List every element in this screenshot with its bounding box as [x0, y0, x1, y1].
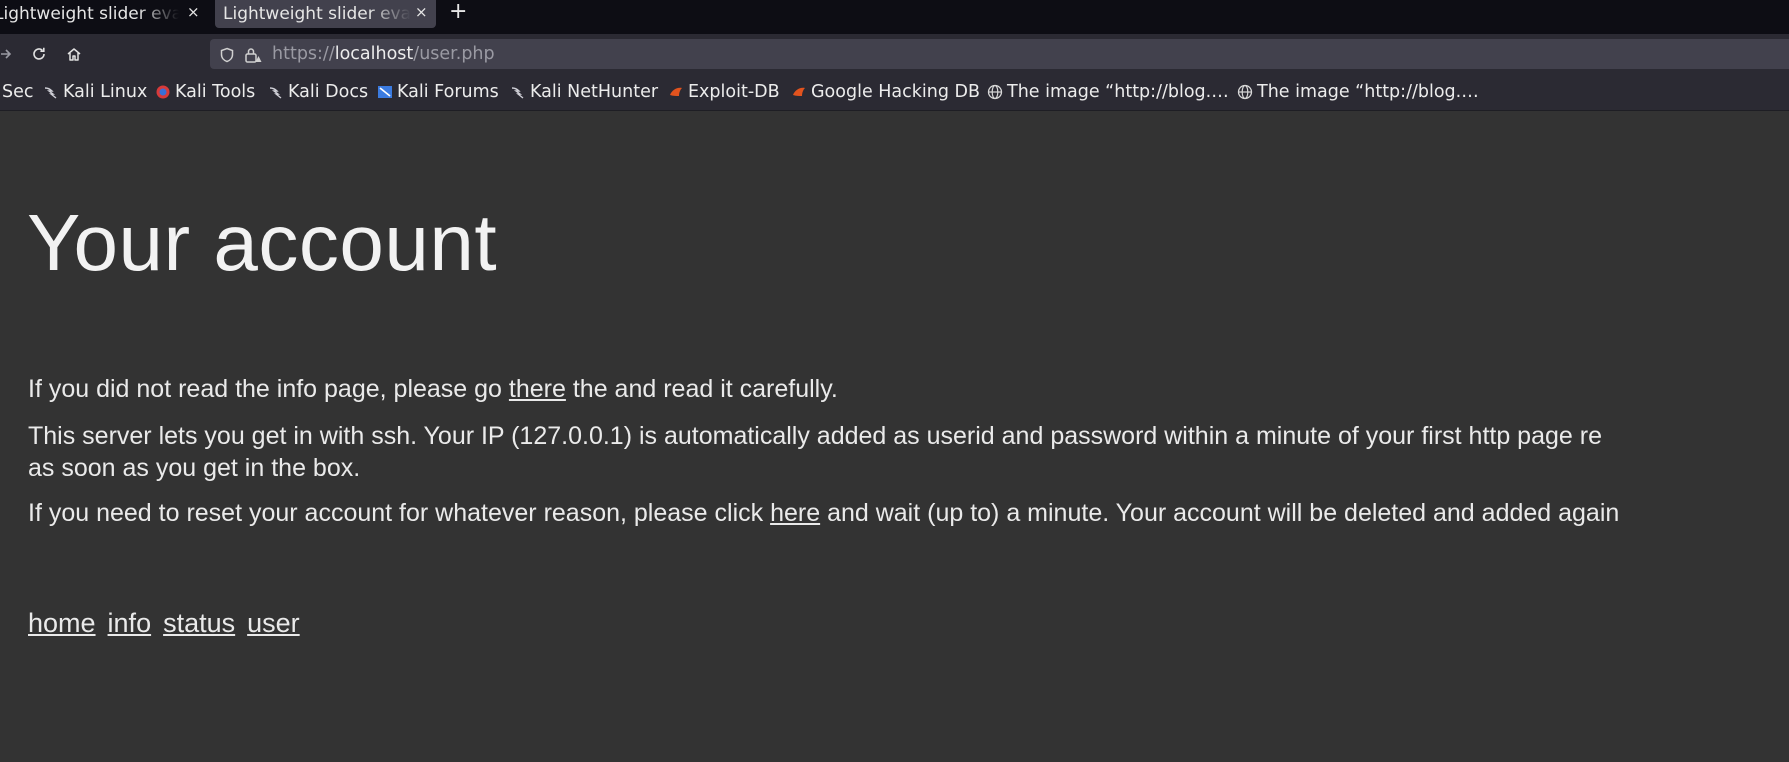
- bookmark-image-blog-2[interactable]: The image “http://blog.…: [1237, 82, 1479, 102]
- kali-forums-icon: [377, 84, 393, 100]
- bookmark-label: Kali Docs: [288, 82, 369, 102]
- exploit-db-icon: [791, 84, 807, 100]
- kali-dragon-icon: [268, 84, 284, 100]
- new-tab-button[interactable]: +: [449, 0, 467, 24]
- bookmark-label: Sec: [2, 82, 34, 102]
- navigation-bar: https://localhost/user.php: [0, 34, 1789, 74]
- info-paragraph: If you did not read the info page, pleas…: [28, 373, 838, 405]
- url-path: /user.php: [413, 44, 495, 64]
- nav-link-user[interactable]: user: [247, 608, 300, 638]
- exploit-db-icon: [668, 84, 684, 100]
- bookmark-label: The image “http://blog.…: [1257, 82, 1479, 102]
- url-text[interactable]: https://localhost/user.php: [272, 44, 495, 64]
- bookmark-label: Kali Tools: [175, 82, 256, 102]
- tracking-protection-shield-icon[interactable]: [219, 47, 235, 63]
- tab-strip: Lightweight slider eval × Lightweight sl…: [0, 0, 1789, 34]
- bookmark-label: Kali Forums: [397, 82, 499, 102]
- info-text-before: If you did not read the info page, pleas…: [28, 375, 509, 403]
- footer-nav: home info status user: [28, 608, 312, 639]
- tab-active[interactable]: Lightweight slider eval ×: [215, 0, 436, 28]
- tab-inactive[interactable]: Lightweight slider eval ×: [0, 0, 206, 28]
- bookmark-label: Google Hacking DB: [811, 82, 981, 102]
- bookmark-label: The image “http://blog.…: [1007, 82, 1229, 102]
- ssh-paragraph: This server lets you get in with ssh. Yo…: [28, 420, 1602, 484]
- browser-window: Lightweight slider eval × Lightweight sl…: [0, 0, 1789, 762]
- nav-link-status[interactable]: status: [163, 608, 235, 638]
- reset-text-after: and wait (up to) a minute. Your account …: [820, 499, 1620, 527]
- nav-link-home[interactable]: home: [28, 608, 96, 638]
- bookmark-exploit-db[interactable]: Exploit-DB: [668, 82, 780, 102]
- kali-dragon-icon: [510, 84, 526, 100]
- bookmark-label: Kali NetHunter: [530, 82, 659, 102]
- reset-paragraph: If you need to reset your account for wh…: [28, 497, 1619, 529]
- globe-icon: [987, 84, 1003, 100]
- home-icon[interactable]: [62, 42, 86, 66]
- reload-icon[interactable]: [27, 42, 51, 66]
- tab-title: Lightweight slider eval: [0, 4, 179, 24]
- there-link[interactable]: there: [509, 375, 566, 403]
- url-host: localhost: [334, 44, 414, 64]
- bookmark-kali-forums[interactable]: Kali Forums: [377, 82, 499, 102]
- url-bar[interactable]: https://localhost/user.php: [210, 39, 1789, 69]
- bookmark-image-blog-1[interactable]: The image “http://blog.…: [987, 82, 1229, 102]
- forward-arrow-icon[interactable]: [0, 42, 18, 66]
- bookmark-label: Kali Linux: [63, 82, 148, 102]
- url-scheme: https://: [272, 44, 335, 64]
- ssh-text-line-1: This server lets you get in with ssh. Yo…: [28, 422, 1602, 450]
- nav-link-info[interactable]: info: [108, 608, 152, 638]
- bookmark-kali-linux[interactable]: Kali Linux: [43, 82, 147, 102]
- kali-dragon-icon: [43, 84, 59, 100]
- ssh-text-line-2: as soon as you get in the box.: [28, 454, 361, 482]
- bookmark-kali-docs[interactable]: Kali Docs: [268, 82, 368, 102]
- here-link[interactable]: here: [770, 499, 820, 527]
- tab-title: Lightweight slider eval: [223, 4, 411, 24]
- page-title: Your account: [27, 198, 498, 287]
- tab-close-icon[interactable]: ×: [187, 3, 200, 21]
- bookmark-kali-tools[interactable]: Kali Tools: [155, 82, 255, 102]
- bookmarks-toolbar: Sec Kali Linux Kali Tools Kali Docs Kali…: [0, 74, 1789, 111]
- info-text-after: the and read it carefully.: [565, 375, 838, 403]
- bookmark-offsec[interactable]: Sec: [2, 82, 34, 102]
- kali-tools-icon: [155, 84, 171, 100]
- bookmark-label: Exploit-DB: [688, 82, 780, 102]
- globe-icon: [1237, 84, 1253, 100]
- tab-close-icon[interactable]: ×: [415, 3, 428, 21]
- page-content: Your account If you did not read the inf…: [0, 111, 1789, 762]
- lock-warning-icon[interactable]: [244, 47, 262, 63]
- bookmark-google-hacking-db[interactable]: Google Hacking DB: [791, 82, 980, 102]
- reset-text-before: If you need to reset your account for wh…: [28, 499, 771, 527]
- bookmark-kali-nethunter[interactable]: Kali NetHunter: [510, 82, 658, 102]
